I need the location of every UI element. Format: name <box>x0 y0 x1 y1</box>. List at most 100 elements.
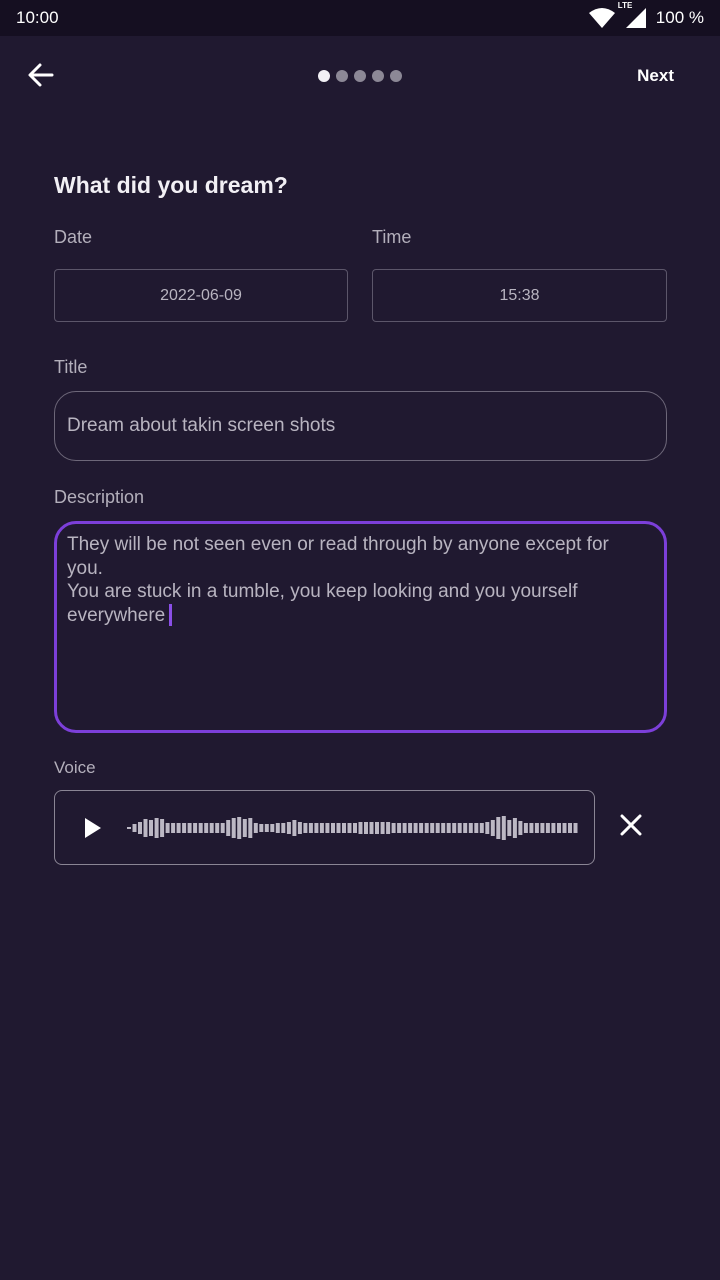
play-button[interactable] <box>79 815 105 841</box>
status-time: 10:00 <box>16 8 59 27</box>
waveform-bar <box>193 823 198 833</box>
waveform-bar <box>391 823 396 833</box>
waveform-bar <box>408 823 413 833</box>
waveform-bar <box>430 823 435 833</box>
title-label: Title <box>54 357 88 377</box>
waveform-bar <box>568 823 572 833</box>
waveform-bar <box>490 820 495 836</box>
waveform-bar <box>452 823 457 833</box>
waveform-bar <box>413 823 418 833</box>
waveform-bar <box>463 823 468 833</box>
waveform-bar <box>198 823 203 833</box>
waveform-bar <box>325 823 330 833</box>
waveform-bar <box>248 818 253 838</box>
battery-level: 100 % <box>655 8 704 27</box>
waveform-bar <box>297 822 302 834</box>
waveform-bar <box>507 820 512 836</box>
description-input[interactable]: They will be not seen even or read throu… <box>54 521 667 733</box>
step-dot <box>390 70 402 82</box>
waveform-bar <box>424 823 429 833</box>
date-value: 2022-06-09 <box>160 286 242 304</box>
waveform-bar <box>358 822 363 834</box>
waveform-bar <box>419 823 424 833</box>
waveform-bar <box>209 823 214 833</box>
waveform-bar <box>353 823 357 833</box>
waveform-bar <box>182 823 187 833</box>
waveform-bar <box>573 823 578 833</box>
step-dot <box>318 70 330 82</box>
waveform-bar <box>369 822 374 834</box>
step-dot <box>354 70 366 82</box>
waveform-bar <box>160 819 165 837</box>
status-icons: LTE 100 % <box>588 1 704 29</box>
text-caret <box>169 604 173 627</box>
waveform-bar <box>540 823 545 833</box>
waveform-bar <box>474 823 479 833</box>
waveform-bar <box>138 822 142 834</box>
date-field[interactable]: 2022-06-09 <box>54 269 348 322</box>
description-line: everywhere <box>67 604 166 626</box>
waveform-bar <box>176 823 181 833</box>
waveform-bar <box>270 824 275 832</box>
waveform-bar <box>231 818 236 838</box>
waveform-bar <box>314 823 319 833</box>
waveform-bar <box>347 823 352 833</box>
waveform-bar <box>375 822 379 834</box>
waveform-bar <box>259 824 264 832</box>
back-button[interactable] <box>22 58 60 96</box>
description-line: You are stuck in a tumble, you keep look… <box>67 581 578 602</box>
network-type: LTE <box>617 1 633 10</box>
waveform-bar <box>496 817 501 839</box>
time-label: Time <box>372 227 412 247</box>
waveform-bar <box>518 821 523 835</box>
waveform-bar <box>468 823 473 833</box>
page-title: What did you dream? <box>54 172 288 198</box>
date-label: Date <box>54 227 93 247</box>
waveform-bar <box>226 820 231 836</box>
waveform-bar <box>237 817 242 839</box>
waveform-bar <box>171 823 176 833</box>
waveform-bar <box>264 824 269 832</box>
time-value: 15:38 <box>499 286 540 304</box>
voice-player <box>54 790 595 865</box>
waveform-bar <box>402 823 407 833</box>
waveform-bar <box>485 822 490 834</box>
waveform-bar <box>281 823 286 833</box>
waveform-bar <box>551 823 556 833</box>
waveform-bar <box>386 822 391 834</box>
description-label: Description <box>54 487 145 507</box>
time-field[interactable]: 15:38 <box>372 269 667 322</box>
description-line: you. <box>67 557 103 579</box>
waveform-bar <box>501 816 506 840</box>
waveform-bar <box>562 823 567 833</box>
waveform-bar <box>215 823 220 833</box>
step-dot <box>336 70 348 82</box>
waveform-bar <box>457 823 462 833</box>
waveform-bar <box>446 823 451 833</box>
waveform-bar <box>286 822 291 834</box>
arrow-back-icon <box>27 61 55 94</box>
close-icon <box>619 813 643 842</box>
waveform-bar <box>220 823 225 833</box>
play-icon <box>79 818 105 845</box>
waveform-bar <box>364 822 368 834</box>
waveform-bar <box>292 820 297 836</box>
waveform-bar <box>523 823 528 833</box>
cell-signal-icon: LTE <box>618 1 648 29</box>
description-last-line-wrap: everywhere <box>67 604 654 628</box>
step-indicator <box>318 70 402 82</box>
waveform-bar <box>308 823 313 833</box>
status-bar: 10:00 LTE 100 % <box>0 0 720 36</box>
waveform-bar <box>529 823 534 833</box>
waveform-bar <box>242 819 247 837</box>
remove-voice-button[interactable] <box>614 810 648 844</box>
title-value: Dream about takin screen shots <box>67 415 336 436</box>
waveform-bar <box>435 823 440 833</box>
title-input[interactable]: Dream about takin screen shots <box>54 391 667 461</box>
waveform[interactable] <box>127 811 579 845</box>
next-button[interactable]: Next <box>637 66 674 86</box>
waveform-bar <box>143 819 148 837</box>
voice-label: Voice <box>54 758 96 777</box>
waveform-bar <box>336 823 341 833</box>
waveform-bar <box>149 820 153 836</box>
